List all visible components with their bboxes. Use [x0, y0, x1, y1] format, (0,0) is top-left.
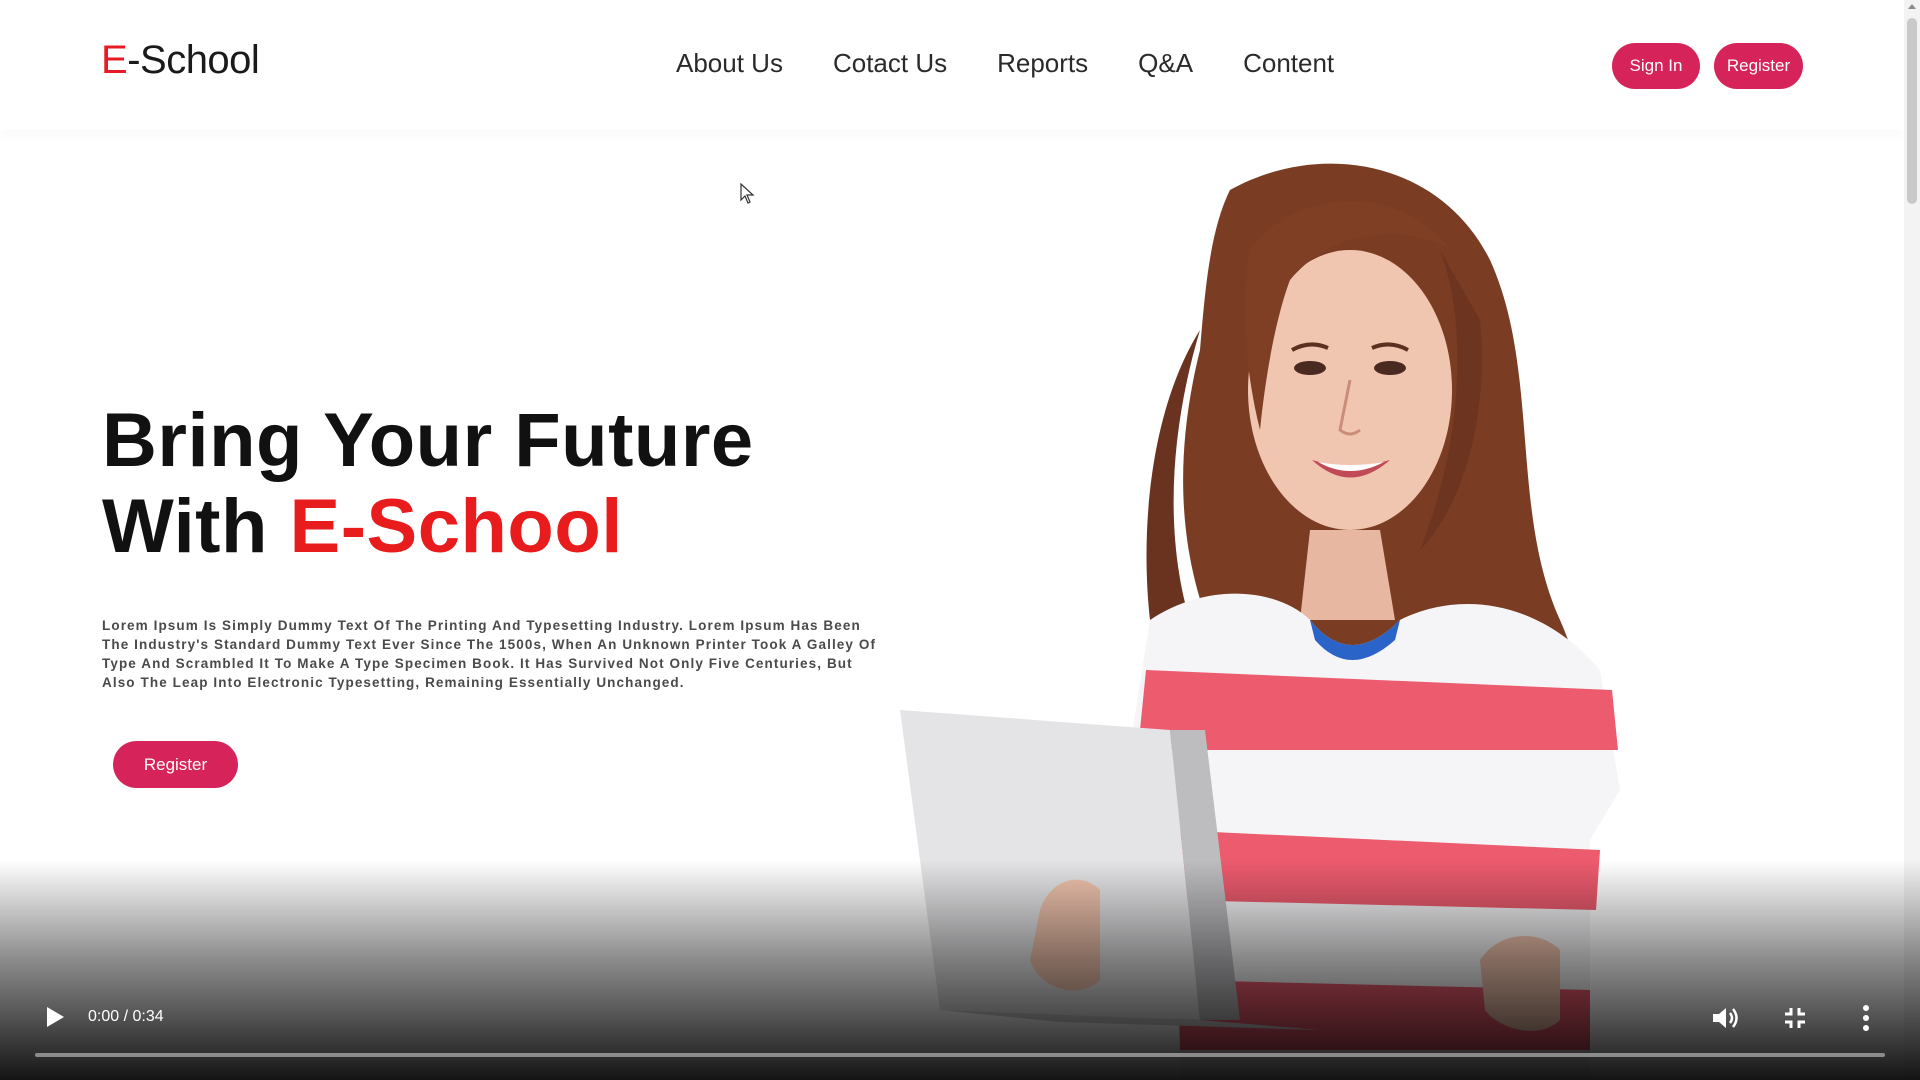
nav-about-us[interactable]: About Us: [676, 48, 783, 79]
register-button[interactable]: Register: [1714, 43, 1803, 89]
video-progress-bar[interactable]: [35, 1053, 1885, 1057]
logo-prefix: E: [101, 38, 128, 82]
play-icon[interactable]: [44, 1005, 66, 1029]
sign-in-button[interactable]: Sign In: [1612, 43, 1700, 89]
site-logo[interactable]: E-School: [101, 38, 260, 83]
nav-qa[interactable]: Q&A: [1138, 48, 1193, 79]
exit-fullscreen-icon[interactable]: [1782, 1005, 1808, 1031]
nav-contact-us[interactable]: Cotact Us: [833, 48, 947, 79]
site-header: E-School About Us Cotact Us Reports Q&A …: [0, 0, 1904, 130]
scroll-up-icon[interactable]: [1908, 4, 1916, 9]
hero-title: Bring Your Future With E-School: [102, 398, 754, 570]
nav-content[interactable]: Content: [1243, 48, 1334, 79]
nav-reports[interactable]: Reports: [997, 48, 1088, 79]
volume-icon[interactable]: [1710, 1003, 1740, 1033]
video-frame: E-School About Us Cotact Us Reports Q&A …: [0, 0, 1920, 1080]
main-nav: About Us Cotact Us Reports Q&A Content: [676, 48, 1384, 79]
hero-title-accent: E-School: [289, 484, 623, 569]
video-controls-overlay: [0, 860, 1920, 1080]
scroll-thumb[interactable]: [1907, 18, 1917, 204]
hero-description: Lorem Ipsum Is Simply Dummy Text Of The …: [102, 618, 877, 690]
logo-suffix: -School: [127, 38, 260, 82]
hero-register-button[interactable]: Register: [113, 741, 238, 788]
video-time: 0:00 / 0:34: [88, 1008, 164, 1025]
more-vert-icon[interactable]: [1860, 1004, 1872, 1032]
hero-title-line2-prefix: With: [102, 484, 290, 569]
mouse-cursor-icon: [740, 183, 755, 204]
hero-title-line1: Bring Your Future: [102, 398, 754, 483]
